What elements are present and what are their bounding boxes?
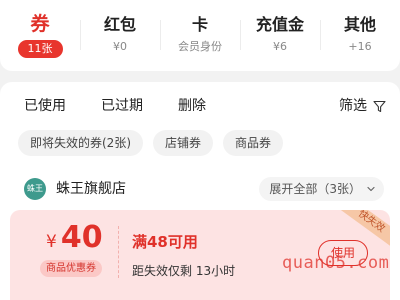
tab-used[interactable]: 已使用 [24,96,66,116]
tab-others-title: 其他 [343,15,376,34]
chip-store-coupons[interactable]: 店铺券 [153,130,214,156]
quick-filter-chips: 即将失效的券(2张) 店铺券 商品券 [18,130,284,156]
tab-others[interactable]: 其他 +16 [320,0,400,71]
tab-recharge-funds-value: ¥6 [273,40,287,53]
tab-expired[interactable]: 已过期 [101,96,143,116]
coupon-divider [118,226,119,278]
expiry-countdown: 距失效仅剩 13小时 [132,264,236,278]
tab-red-packets-title: 红包 [103,15,136,34]
coupon-condition: 满48可用 [132,233,198,251]
tab-coupons-count-badge: 11张 [17,40,63,58]
store-header[interactable]: 蛛王 蛛王旗舰店 展开全部（3张） [0,172,400,206]
tab-cards[interactable]: 卡 会员身份 [160,0,240,71]
tab-coupons[interactable]: 券 11张 [0,0,80,71]
tab-red-packets[interactable]: 红包 ¥0 [80,0,160,71]
chevron-down-icon [367,186,375,192]
tab-others-count: +16 [348,40,372,53]
tab-coupons-title: 券 [30,13,50,35]
currency-symbol: ¥ [46,232,57,252]
chip-expiring-soon[interactable]: 即将失效的券(2张) [18,130,143,156]
coupon-amount: ¥40 [46,220,103,255]
filter-button[interactable]: 筛选 [339,96,386,116]
coupon-type-tag: 商品优惠券 [40,260,102,277]
store-logo: 蛛王 [24,178,46,200]
filter-label: 筛选 [339,98,367,114]
coupon-value: 40 [60,220,103,255]
delete-button[interactable]: 删除 [178,96,206,116]
store-name[interactable]: 蛛王旗舰店 [56,179,126,199]
expand-all-button[interactable]: 展开全部（3张） [259,177,384,201]
expand-all-label: 展开全部（3张） [269,182,361,196]
tab-recharge-funds[interactable]: 充值金 ¥6 [240,0,320,71]
chip-product-coupons[interactable]: 商品券 [223,130,284,156]
tab-cards-title: 卡 [191,15,208,34]
watermark: quan05.com [282,253,390,273]
coupon-category-tabs: 券 11张 红包 ¥0 卡 会员身份 充值金 ¥6 其他 +16 [0,0,400,71]
tab-recharge-funds-title: 充值金 [255,15,304,34]
status-tab-row: 已使用 已过期 删除 筛选 [0,82,400,126]
tab-cards-subtitle: 会员身份 [178,40,222,53]
funnel-icon [373,100,386,112]
tab-red-packets-value: ¥0 [113,40,127,53]
